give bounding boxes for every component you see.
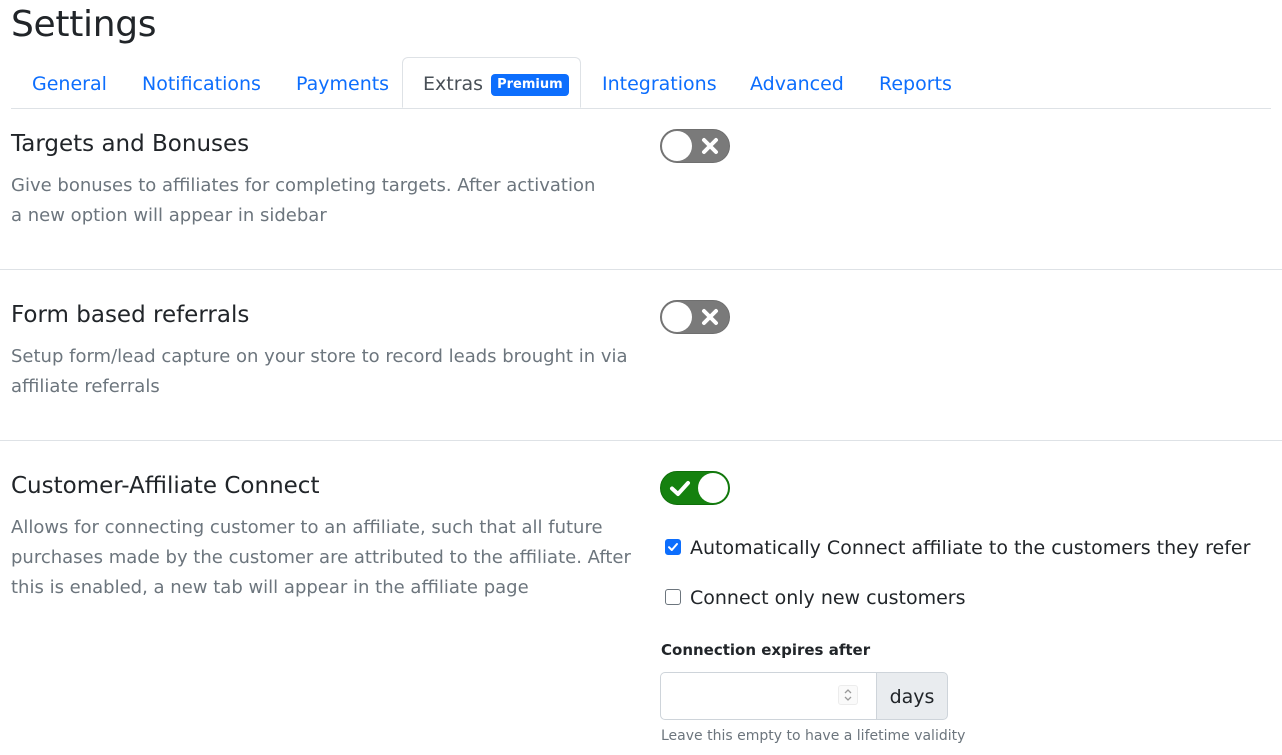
tab-integrations[interactable]: Integrations bbox=[602, 57, 717, 108]
auto-connect-label: Automatically Connect affiliate to the c… bbox=[690, 537, 1251, 559]
tab-bar: General Notifications Payments Extras Pre… bbox=[11, 57, 1271, 109]
expiry-label: Connection expires after bbox=[661, 641, 871, 659]
page-title: Settings bbox=[11, 4, 157, 45]
customer-affiliate-toggle[interactable] bbox=[660, 471, 730, 505]
auto-connect-option[interactable]: Automatically Connect affiliate to the c… bbox=[665, 537, 1250, 559]
check-icon bbox=[670, 481, 690, 496]
targets-bonuses-toggle[interactable] bbox=[660, 129, 730, 163]
tab-reports[interactable]: Reports bbox=[879, 57, 952, 108]
toggle-knob bbox=[662, 131, 692, 161]
expiry-help-text: Leave this empty to have a lifetime vali… bbox=[661, 728, 966, 744]
tab-extras-label: Extras bbox=[423, 73, 484, 95]
new-customers-label: Connect only new customers bbox=[690, 587, 966, 609]
new-customers-checkbox[interactable] bbox=[665, 589, 681, 605]
close-icon bbox=[702, 309, 718, 325]
tab-advanced[interactable]: Advanced bbox=[750, 57, 844, 108]
form-referrals-toggle[interactable] bbox=[660, 300, 730, 334]
toggle-knob bbox=[698, 473, 728, 503]
tab-general[interactable]: General bbox=[32, 57, 107, 108]
section-divider bbox=[0, 269, 1282, 270]
days-suffix: days bbox=[876, 672, 948, 720]
premium-badge: Premium bbox=[491, 74, 569, 96]
tab-extras[interactable]: Extras Premium bbox=[402, 57, 581, 108]
form-referrals-description: Setup form/lead capture on your store to… bbox=[11, 346, 628, 397]
customer-affiliate-title: Customer-Affiliate Connect bbox=[11, 473, 320, 499]
toggle-knob bbox=[662, 302, 692, 332]
expiry-input-group: days bbox=[660, 672, 948, 720]
targets-bonuses-description: Give bonuses to affiliates for completin… bbox=[11, 175, 596, 226]
tab-payments[interactable]: Payments bbox=[296, 57, 389, 108]
new-customers-option[interactable]: Connect only new customers bbox=[665, 587, 966, 609]
spinner-arrows-icon bbox=[844, 689, 852, 701]
customer-affiliate-description: Allows for connecting customer to an aff… bbox=[11, 517, 631, 598]
number-spinner[interactable] bbox=[838, 685, 858, 705]
auto-connect-checkbox[interactable] bbox=[665, 539, 681, 555]
section-divider bbox=[0, 440, 1282, 441]
checkmark-icon bbox=[668, 543, 678, 551]
targets-bonuses-title: Targets and Bonuses bbox=[11, 131, 250, 157]
tab-notifications[interactable]: Notifications bbox=[142, 57, 261, 108]
form-referrals-title: Form based referrals bbox=[11, 302, 250, 328]
close-icon bbox=[702, 138, 718, 154]
